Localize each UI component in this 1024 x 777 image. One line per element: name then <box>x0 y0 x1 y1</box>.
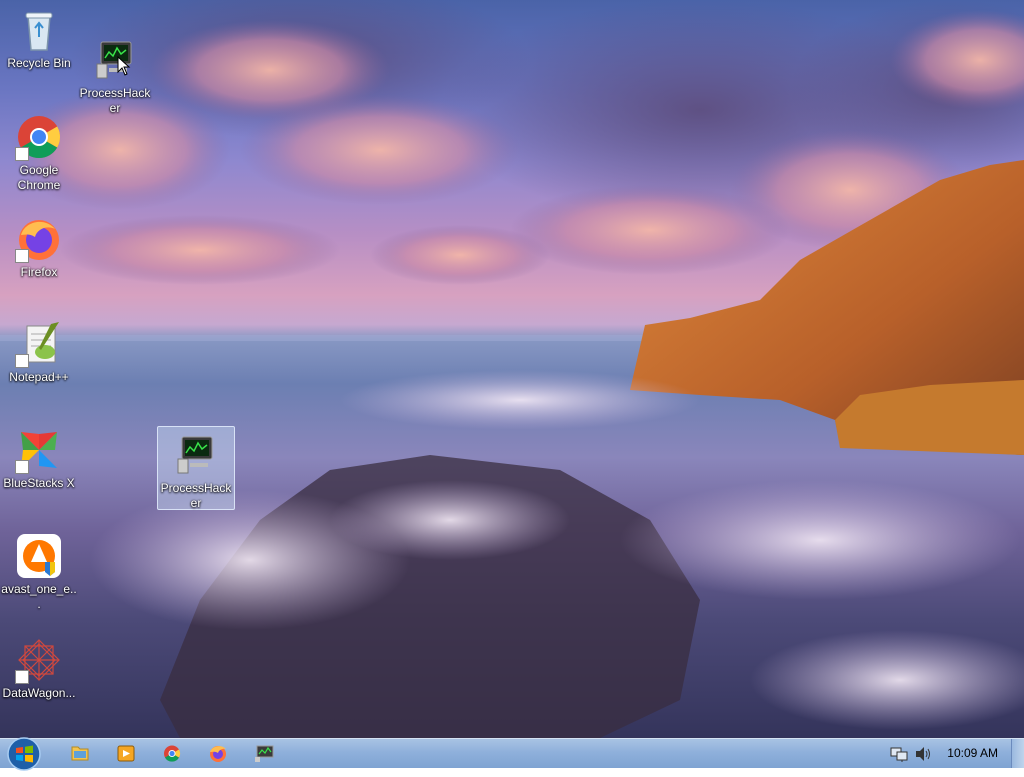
desktop-icon-label: avast_one_e... <box>1 582 77 611</box>
taskbar-media-player[interactable] <box>106 741 146 766</box>
wallpaper <box>0 0 1024 738</box>
desktop-icon-label: DataWagon... <box>2 686 76 700</box>
show-desktop-button[interactable] <box>1011 739 1024 768</box>
desktop-icon-label: ProcessHacker <box>160 481 232 510</box>
desktop-icon-notepad-plus-plus[interactable]: Notepad++ <box>1 320 77 385</box>
desktop-icon-label: Google Chrome <box>17 163 61 192</box>
taskbar-chrome[interactable] <box>152 741 192 766</box>
desktop-icon-process-hacker[interactable]: ProcessHacker <box>77 36 153 116</box>
firefox-icon <box>210 746 226 762</box>
taskbar-process-hacker[interactable] <box>244 741 284 766</box>
chrome-icon <box>15 113 63 161</box>
desktop[interactable]: Recycle Bin ProcessHacker Google Chrome … <box>0 0 1024 738</box>
desktop-icon-label: Firefox <box>20 265 58 279</box>
volume-icon[interactable] <box>914 746 932 762</box>
file-explorer-icon <box>71 746 89 761</box>
network-icon[interactable] <box>890 746 908 762</box>
taskbar-firefox[interactable] <box>198 741 238 766</box>
notepad-plus-plus-icon <box>15 320 63 368</box>
shortcut-arrow-icon <box>15 147 29 161</box>
avast-icon <box>15 532 63 580</box>
desktop-icon-recycle-bin[interactable]: Recycle Bin <box>1 6 77 71</box>
process-hacker-icon <box>91 36 139 84</box>
media-player-icon <box>117 745 135 762</box>
taskbar-file-explorer[interactable] <box>60 741 100 766</box>
desktop-icon-label: Notepad++ <box>9 370 69 384</box>
desktop-icon-label: Recycle Bin <box>7 56 71 70</box>
recycle-bin-icon <box>15 6 63 54</box>
shortcut-arrow-icon <box>15 249 29 263</box>
desktop-icon-avast[interactable]: avast_one_e... <box>1 532 77 612</box>
taskbar: 10:09 AM <box>0 737 1024 771</box>
bluestacks-icon <box>15 426 63 474</box>
desktop-icon-label: ProcessHacker <box>79 86 151 115</box>
desktop-icon-bluestacks-x[interactable]: BlueStacks X <box>1 426 77 491</box>
desktop-icon-firefox[interactable]: Firefox <box>1 215 77 280</box>
desktop-icon-google-chrome[interactable]: Google Chrome <box>1 113 77 193</box>
chrome-icon <box>164 745 181 762</box>
desktop-icon-datawagon[interactable]: DataWagon... <box>1 636 77 701</box>
windows-start-orb-icon[interactable] <box>6 736 42 772</box>
process-hacker-icon <box>172 431 220 479</box>
desktop-icon-label: BlueStacks X <box>3 476 75 490</box>
firefox-icon <box>15 215 63 263</box>
process-hacker-icon <box>255 745 274 762</box>
datawagon-icon <box>15 636 63 684</box>
system-clock[interactable]: 10:09 AM <box>947 739 998 768</box>
shortcut-arrow-icon <box>15 670 29 684</box>
shortcut-arrow-icon <box>15 354 29 368</box>
desktop-icon-process-hacker-selected[interactable]: ProcessHacker <box>157 426 235 510</box>
shortcut-arrow-icon <box>15 460 29 474</box>
